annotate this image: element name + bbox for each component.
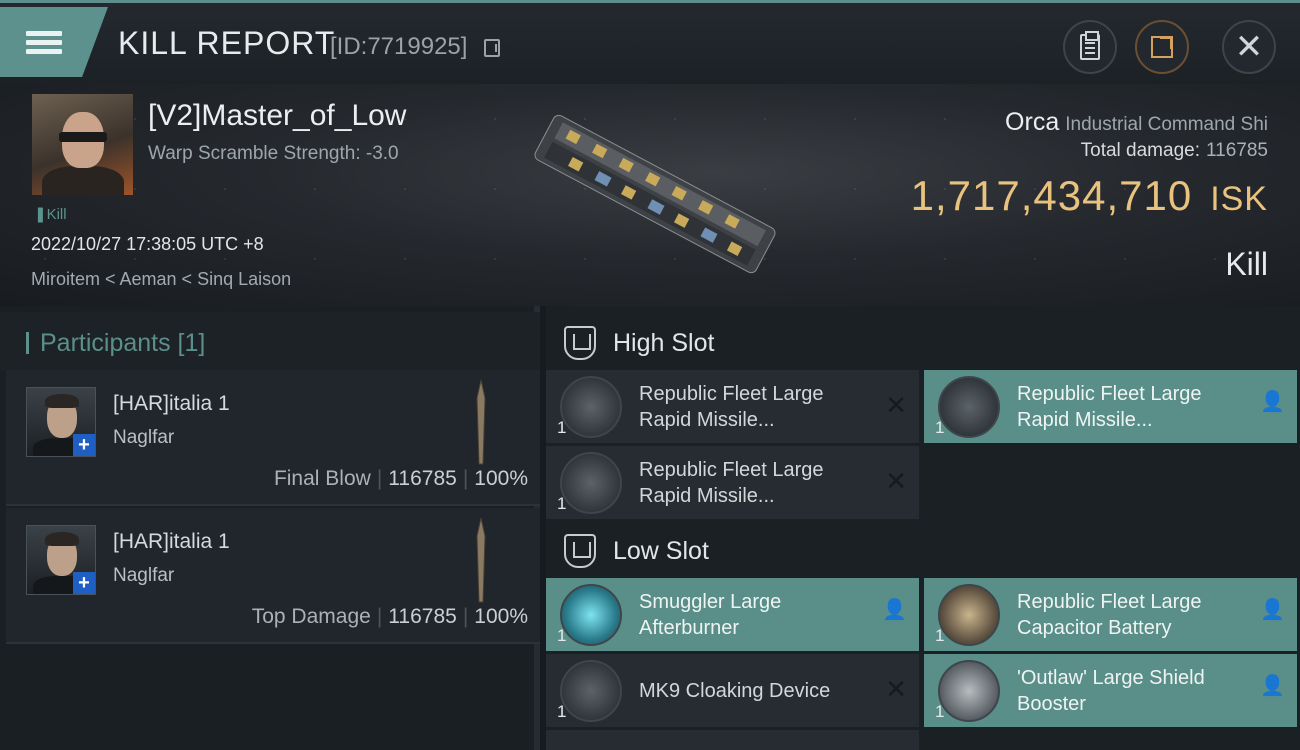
ship-image: [534, 114, 776, 274]
victim-name[interactable]: [V2]Master_of_Low: [148, 99, 406, 133]
participant-ship: Naglfar: [113, 427, 175, 448]
low-slot-icon: [564, 534, 596, 568]
participants-header[interactable]: Participants [1]: [0, 312, 540, 370]
afterburner-icon: [560, 584, 622, 646]
participant-row[interactable]: + [HAR]italia 1 Naglfar Top Damage | 11678…: [6, 508, 540, 644]
header-bar: KILL REPORT [ID:7719925] ✕: [0, 0, 1300, 84]
kill-datetime: 2022/10/27 17:38:05 UTC +8: [31, 234, 264, 254]
participant-row[interactable]: + [HAR]italia 1 Naglfar Final Blow | 11678…: [6, 370, 540, 506]
destroyed-icon: ✕: [885, 674, 907, 704]
weapon-icon: [476, 517, 486, 603]
module-item[interactable]: 1 Republic Fleet Large Rapid Missile... ✕: [546, 370, 919, 443]
shield-booster-icon: [938, 660, 1000, 722]
total-damage: Total damage: 116785: [1080, 140, 1268, 161]
high-slot-icon: [564, 326, 596, 360]
module-item[interactable]: 1 Republic Fleet Large Rapid Missile... ✕: [546, 446, 919, 519]
clipboard-button[interactable]: [1063, 20, 1117, 74]
cloaking-device-icon: [560, 660, 622, 722]
module-item[interactable]: 1 'Outlaw' Large Shield Booster 👤: [924, 654, 1297, 727]
dropped-person-icon: 👤: [1260, 675, 1285, 697]
module-item[interactable]: 1 MK9 Cloaking Device ✕: [546, 654, 919, 727]
destroyed-icon: ✕: [885, 466, 907, 496]
add-contact-icon: +: [73, 434, 95, 456]
module-item[interactable]: 1 Republic Fleet Large Capacitor Battery …: [924, 578, 1297, 651]
missile-launcher-icon: [560, 452, 622, 514]
module-item[interactable]: 1 Smuggler Large Afterburner 👤: [546, 578, 919, 651]
close-icon: ✕: [1234, 28, 1264, 66]
dropped-person-icon: 👤: [882, 599, 907, 621]
missile-launcher-icon: [560, 376, 622, 438]
participant-avatar[interactable]: +: [26, 525, 96, 595]
destroyed-icon: ✕: [885, 390, 907, 420]
module-item[interactable]: 1 Republic Fleet Large Rapid Missile... 👤: [924, 370, 1297, 443]
victim-summary: [V2]Master_of_Low Warp Scramble Strength…: [0, 84, 1300, 306]
copy-icon[interactable]: [484, 39, 500, 57]
add-contact-icon: +: [73, 572, 95, 594]
participant-stats: Top Damage | 116785 | 100%: [251, 605, 528, 628]
participant-stats: Final Blow | 116785 | 100%: [273, 467, 528, 490]
kill-report-window: KILL REPORT [ID:7719925] ✕ [V2]Master_of…: [0, 0, 1300, 750]
dropped-person-icon: 👤: [1260, 391, 1285, 413]
close-button[interactable]: ✕: [1222, 20, 1276, 74]
warp-scramble-strength: Warp Scramble Strength: -3.0: [148, 143, 399, 164]
menu-button[interactable]: [0, 7, 108, 77]
participant-avatar[interactable]: +: [26, 387, 96, 457]
kill-location[interactable]: Miroitem < Aeman < Sinq Laison: [31, 269, 291, 290]
kill-id: [ID:7719925]: [330, 33, 468, 60]
high-slot-header: High Slot: [546, 311, 1300, 373]
weapon-icon: [476, 379, 486, 465]
participant-name: [HAR]italia 1: [113, 392, 230, 415]
share-button[interactable]: [1135, 20, 1189, 74]
clipboard-icon: [1080, 31, 1100, 60]
isk-value: 1,717,434,710 ISK: [910, 172, 1268, 219]
hamburger-icon: [26, 27, 62, 58]
victim-portrait[interactable]: [32, 94, 133, 195]
participant-ship: Naglfar: [113, 565, 175, 586]
page-title: KILL REPORT: [118, 25, 336, 61]
missile-launcher-icon: [938, 376, 1000, 438]
low-slot-header: Low Slot: [546, 519, 1300, 581]
dropped-person-icon: 👤: [1260, 599, 1285, 621]
result-label: Kill: [1225, 246, 1268, 282]
kill-tag: ❚Kill: [34, 206, 67, 223]
participants-panel: Participants [1] + [HAR]italia 1 Naglfar…: [0, 306, 540, 750]
participant-name: [HAR]italia 1: [113, 530, 230, 553]
fitting-panel: High Slot 1 Republic Fleet Large Rapid Mi…: [546, 306, 1300, 750]
capacitor-battery-icon: [938, 584, 1000, 646]
ship-name[interactable]: Orca Industrial Command Shi: [1005, 108, 1268, 137]
module-item-partial[interactable]: [546, 730, 919, 750]
share-icon: [1151, 36, 1173, 58]
